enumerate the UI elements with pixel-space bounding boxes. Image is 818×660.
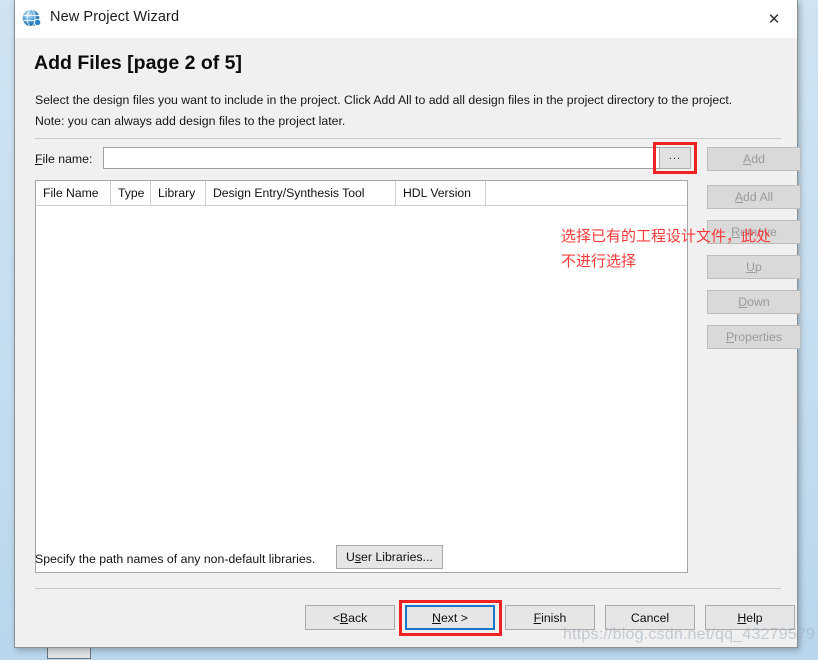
cancel-button[interactable]: Cancel [605,605,695,630]
user-libraries-suffix: er Libraries... [361,550,433,564]
file-list-body[interactable] [36,206,687,572]
back-button[interactable]: < Back [305,605,395,630]
title-bar: New Project Wizard ✕ [15,0,797,39]
finish-label: inish [541,610,567,625]
remove-mnemonic: R [731,225,740,239]
column-header[interactable]: Type [111,181,151,205]
help-button[interactable]: Help [705,605,795,630]
down-button[interactable]: Down [707,290,801,314]
file-name-input[interactable] [103,147,660,169]
close-icon[interactable]: ✕ [751,0,797,37]
down-label: own [747,295,770,309]
next-label: ext > [440,610,468,625]
next-button[interactable]: Next > [405,605,495,630]
add-button-label: dd [751,152,765,166]
divider-bottom [35,588,781,589]
file-list-header: File Name Type Library Design Entry/Synthes… [36,181,687,206]
help-label: elp [746,610,763,625]
user-libraries-prefix: U [346,550,355,564]
user-libraries-button[interactable]: Us er Libraries... [336,545,443,569]
up-mnemonic: U [746,260,756,274]
globe-icon [21,7,43,29]
add-button[interactable]: Add [707,147,801,171]
add-button-mnemonic: A [743,152,752,166]
back-label: ack [348,610,368,625]
file-name-label-rest: ile name: [42,152,93,166]
browse-button[interactable]: ... [659,147,691,169]
window-title: New Project Wizard [50,9,180,25]
next-mnemonic: N [432,610,441,625]
back-prefix: < [332,610,340,625]
new-project-wizard-dialog: New Project Wizard ✕ Add Files [page 2 o… [14,0,815,648]
page-description-line1: Select the design files you want to incl… [35,93,733,107]
page-title: Add Files [page 2 of 5] [34,52,243,74]
file-name-mnemonic: F [35,152,43,166]
add-all-button[interactable]: Add All [707,185,801,209]
up-button[interactable]: Up [707,255,801,279]
divider-top [35,138,781,139]
file-list[interactable]: File Name Type Library Design Entry/Synthes… [35,180,688,573]
column-header[interactable]: HDL Version [396,181,486,205]
column-header[interactable]: Design Entry/Synthesis Tool [206,181,396,205]
column-header[interactable]: File Name [36,181,111,205]
wizard-panel: Add Files [page 2 of 5] Select the desig… [15,38,815,647]
page-description-line2: Note: you can always add design files to… [35,114,346,128]
file-name-label: File name: [35,152,92,166]
add-all-mnemonic: A [734,190,744,204]
desktop-background: New Project Wizard ✕ Add Files [page 2 o… [0,0,818,660]
down-mnemonic: D [738,295,748,309]
remove-button[interactable]: Remove [707,220,801,244]
column-header[interactable]: Library [151,181,206,205]
properties-label: roperties [734,330,783,344]
user-libraries-description: Specify the path names of any non-defaul… [35,552,316,566]
remove-label: emove [739,225,777,239]
properties-button[interactable]: Properties [707,325,801,349]
help-mnemonic: H [737,610,747,625]
add-all-label: dd All [743,190,774,204]
up-label: p [755,260,762,274]
properties-mnemonic: P [725,330,735,344]
finish-mnemonic: F [533,610,542,625]
back-mnemonic: B [339,610,349,625]
finish-button[interactable]: Finish [505,605,595,630]
